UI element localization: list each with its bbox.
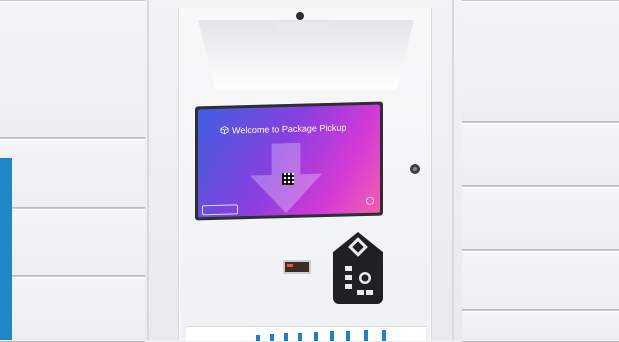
indicator-tick [256,335,260,341]
locker-seam [147,0,149,340]
bottom-panel [186,326,426,341]
accent-bar [0,158,12,340]
screen-button[interactable] [202,204,238,216]
indicator-tick [382,330,386,341]
package-icon [220,126,229,135]
card-reader-icon[interactable] [283,260,311,274]
locker-door [0,138,145,208]
help-icon[interactable] [366,196,374,205]
camera-housing [277,22,329,32]
locker-door [0,276,145,342]
locker-door [462,122,619,186]
indicator-tick [364,330,368,341]
locker-door [462,186,619,250]
locker-door [462,310,619,342]
lock-icon[interactable] [410,164,420,174]
camera-icon [296,12,304,20]
reader-light [287,264,293,267]
qr-code-icon [282,172,294,186]
locker-door [462,250,619,310]
touch-screen[interactable]: Welcome to Package Pickup [198,104,380,218]
welcome-text: Welcome to Package Pickup [232,122,347,136]
locker-door [462,0,619,122]
locker-seam [452,0,454,340]
locker-door [0,208,145,276]
locker-door [0,0,145,138]
